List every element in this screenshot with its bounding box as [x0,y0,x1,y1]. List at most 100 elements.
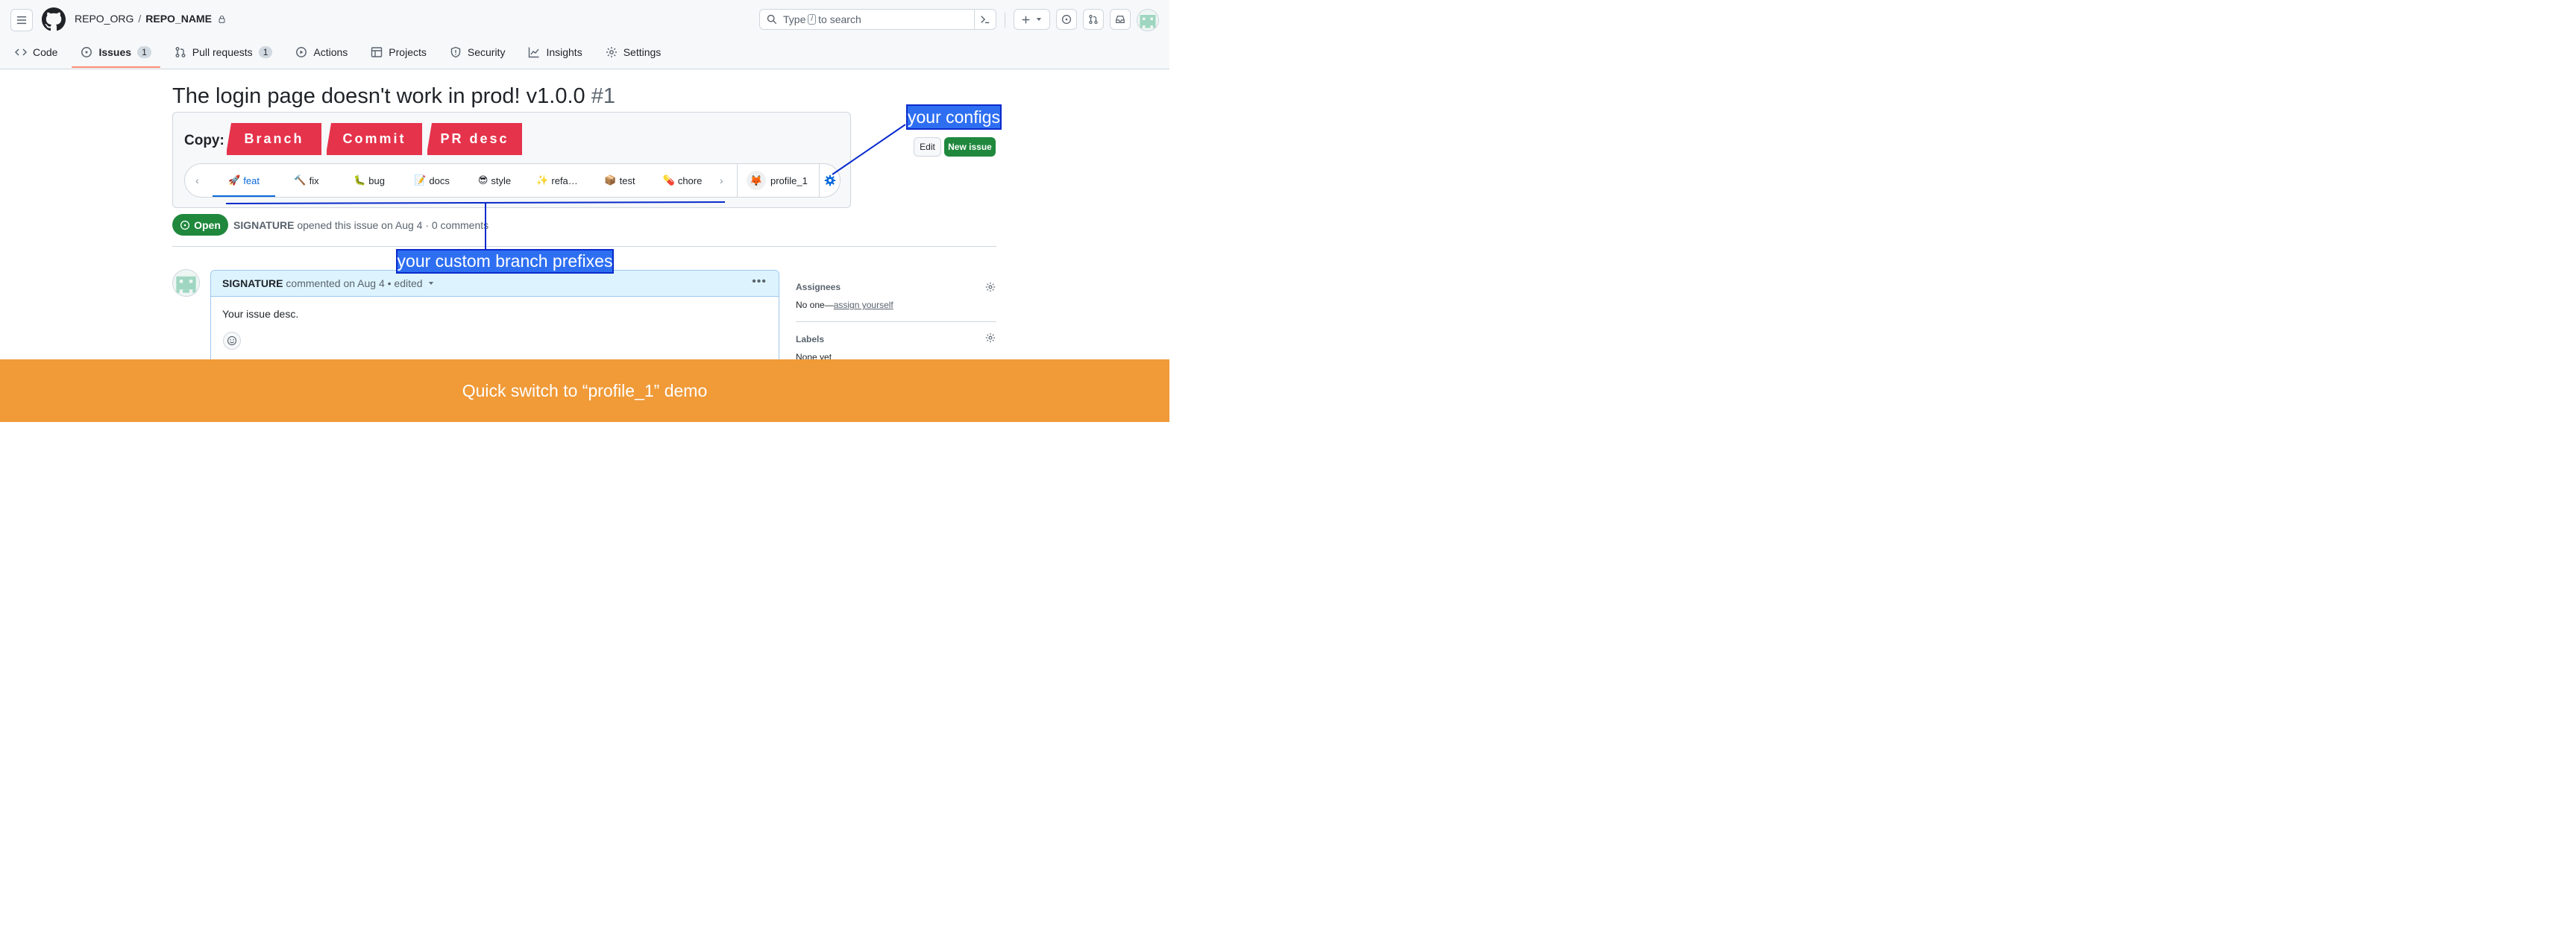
gear-icon [606,47,617,57]
demo-caption-banner: Quick switch to “profile_1” demo [0,359,1169,422]
inbox-icon [1116,16,1125,23]
prefix-tab-label: refa… [551,174,578,186]
tab-code-label: Code [33,46,58,58]
prefix-tab-feat[interactable]: 🚀 feat [213,164,275,197]
repo-breadcrumb: REPO_ORG / REPO_NAME [75,13,226,25]
inbox-button[interactable] [1110,9,1131,30]
app-root: REPO_ORG / REPO_NAME Type / to search Co… [0,0,1169,422]
prefix-tab-bar: ‹ 🚀 feat 🔨 fix 🐛 bug 📝 docs 😎 style ✨ re… [184,163,841,198]
plus-icon [1022,16,1030,23]
comment-body: Your issue desc. [222,308,299,320]
prefix-tab-docs[interactable]: 📝 docs [400,164,463,197]
search-input[interactable]: Type / to search [759,9,996,30]
pull-requests-shortcut-button[interactable] [1083,9,1104,30]
config-settings-button[interactable] [819,164,841,197]
search-placeholder-suffix: to search [818,13,861,25]
search-shortcut-key: / [808,14,817,25]
prefix-tab-fix[interactable]: 🔨 fix [275,164,338,197]
tab-projects[interactable]: Projects [362,39,435,66]
tab-actions[interactable]: Actions [287,39,356,66]
github-logo-icon[interactable] [42,7,66,31]
smiley-icon [227,336,237,346]
prefix-tab-label: test [619,174,635,186]
search-placeholder: Type / to search [783,13,974,25]
prev-prefixes-button[interactable]: ‹ [195,174,199,186]
identicon-icon [176,276,196,293]
prefix-tab-label: docs [429,174,450,186]
tab-issues-label: Issues [98,46,132,58]
pill-icon: 💊 [662,174,675,186]
next-prefixes-button[interactable]: › [720,174,723,186]
git-pull-request-icon [1089,14,1098,25]
prefix-tab-chore[interactable]: 💊 chore [651,164,714,197]
comment-author-avatar[interactable] [172,269,200,297]
triangle-down-icon[interactable] [427,280,435,287]
path-separator: / [138,13,142,25]
repo-navigation: Code Issues 1 Pull requests 1 Actions Pr… [0,39,669,69]
edit-issue-button[interactable]: Edit [914,137,941,157]
assignees-value: No one—assign yourself [796,300,893,310]
code-icon [15,48,27,56]
issue-comment: SIGNATURE commented on Aug 4 • edited ••… [210,270,779,374]
kebab-horizontal-icon[interactable]: ••• [752,275,767,289]
gear-icon[interactable] [985,282,996,292]
hamburger-icon [16,16,27,25]
prefix-tab-style[interactable]: 😎 style [463,164,526,197]
copy-commit-button[interactable]: Commit [327,123,422,155]
package-icon: 📦 [604,174,617,186]
issues-count-badge: 1 [137,46,151,58]
gear-icon[interactable] [985,333,996,343]
comment-header: SIGNATURE commented on Aug 4 • edited ••… [211,271,779,297]
command-palette-button[interactable] [974,10,996,29]
issue-meta-text: opened this issue on Aug 4 · 0 comments [297,219,489,231]
comment-author-link[interactable]: SIGNATURE [222,277,283,289]
copy-branch-button[interactable]: Branch [227,123,321,155]
shield-icon [450,46,461,58]
tab-pull-requests[interactable]: Pull requests 1 [166,39,281,66]
banner-text: Quick switch to “profile_1” demo [462,380,708,400]
tab-code[interactable]: Code [7,39,66,66]
sparkles-icon: ✨ [536,174,549,186]
create-new-button[interactable] [1014,9,1050,30]
tab-issues[interactable]: Issues 1 [72,39,161,68]
tab-security-label: Security [467,46,506,58]
hamburger-menu-button[interactable] [10,9,33,31]
status-label: Open [194,218,221,231]
branch-helper-panel: Copy: Branch Commit PR desc ‹ 🚀 feat 🔨 f… [172,112,851,208]
comment-meta: commented on Aug 4 • edited [286,277,423,289]
issue-number: #1 [591,84,615,108]
tab-settings[interactable]: Settings [597,39,670,66]
add-reaction-button[interactable] [223,332,241,350]
fox-avatar-icon: 🦊 [747,171,766,190]
user-avatar[interactable] [1137,9,1159,31]
issue-author-link[interactable]: SIGNATURE [233,219,294,231]
memo-icon: 📝 [414,174,427,186]
prefix-tab-bug[interactable]: 🐛 bug [338,164,400,197]
profile-switcher[interactable]: 🦊 profile_1 [737,164,820,197]
triangle-down-icon [1036,18,1042,21]
new-issue-button[interactable]: New issue [944,137,996,157]
search-icon [767,14,777,25]
git-pull-request-icon [175,47,186,57]
configs-annotation: your configs [906,104,1002,130]
assignees-heading: Assignees [796,282,841,292]
issue-opened-icon [81,47,92,57]
identicon-icon [1140,15,1156,28]
prefix-tab-label: feat [243,174,260,186]
assign-yourself-link[interactable]: assign yourself [834,300,893,310]
prefix-tab-test[interactable]: 📦 test [588,164,651,197]
repo-org-link[interactable]: REPO_ORG [75,13,133,25]
tab-security[interactable]: Security [442,39,514,66]
tab-insights-label: Insights [546,46,582,58]
prefix-tab-refactor[interactable]: ✨ refa… [526,164,588,197]
issues-shortcut-button[interactable] [1056,9,1077,30]
issue-title-text: The login page doesn't work in prod! v1.… [172,84,585,108]
copy-pr-desc-button[interactable]: PR desc [427,123,522,155]
tab-insights[interactable]: Insights [520,39,590,66]
repo-name-link[interactable]: REPO_NAME [145,13,212,25]
prefix-tab-label: fix [309,174,319,186]
pull-requests-count-badge: 1 [258,46,273,58]
hammer-icon: 🔨 [294,174,307,186]
labels-heading: Labels [796,334,825,344]
prefix-tab-label: bug [368,174,385,186]
